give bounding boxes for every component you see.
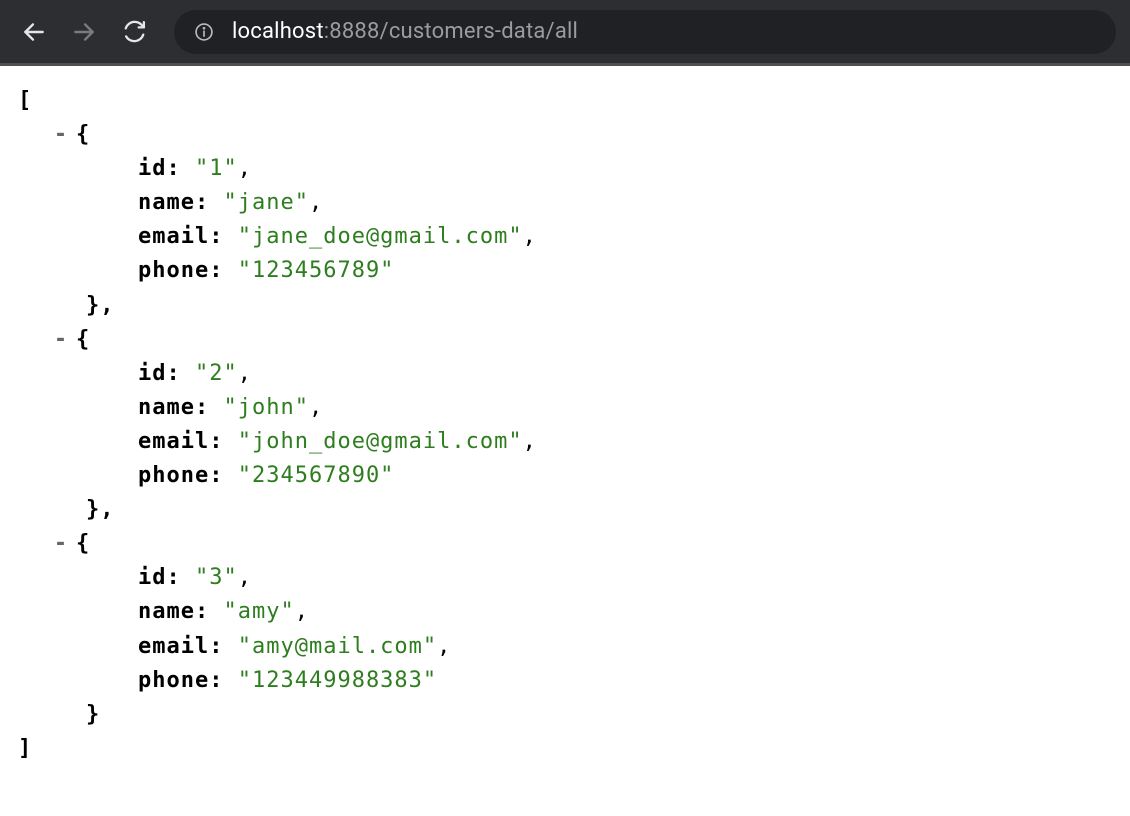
json-value: "jane" xyxy=(223,190,308,215)
json-value: "amy" xyxy=(223,599,294,624)
json-key: id: xyxy=(138,565,181,590)
arrow-right-icon xyxy=(71,19,97,45)
collapse-toggle[interactable]: - xyxy=(52,527,70,561)
arrow-left-icon xyxy=(21,19,47,45)
json-key: email: xyxy=(138,429,223,454)
json-viewer: [ -{ id: "1", name: "jane", email: "jane… xyxy=(0,66,1130,806)
json-key: phone: xyxy=(138,668,223,693)
json-value: "234567890" xyxy=(238,463,395,488)
json-value: "123449988383" xyxy=(238,668,437,693)
reload-icon xyxy=(122,19,147,44)
json-key: name: xyxy=(138,190,209,215)
json-key: id: xyxy=(138,361,181,386)
json-value: "jane_doe@gmail.com" xyxy=(238,224,523,249)
json-key: id: xyxy=(138,156,181,181)
json-key: email: xyxy=(138,224,223,249)
collapse-toggle[interactable]: - xyxy=(52,323,70,357)
json-value: "1" xyxy=(195,156,238,181)
object-close: } xyxy=(86,702,100,727)
url-display: localhost:8888/customers-data/all xyxy=(232,19,578,44)
json-value: "123456789" xyxy=(238,258,395,283)
object-close: }, xyxy=(86,293,115,318)
json-value: "amy@mail.com" xyxy=(238,634,437,659)
array-open: [ xyxy=(18,88,32,113)
json-value: "john" xyxy=(223,395,308,420)
json-key: name: xyxy=(138,599,209,624)
json-key: email: xyxy=(138,634,223,659)
browser-toolbar: localhost:8888/customers-data/all xyxy=(0,0,1130,66)
json-key: phone: xyxy=(138,463,223,488)
url-port: :8888 xyxy=(324,19,380,44)
json-key: name: xyxy=(138,395,209,420)
url-path: /customers-data/all xyxy=(380,19,579,44)
json-key: phone: xyxy=(138,258,223,283)
object-close: }, xyxy=(86,497,115,522)
collapse-toggle[interactable]: - xyxy=(52,118,70,152)
json-value: "3" xyxy=(195,565,238,590)
address-bar[interactable]: localhost:8888/customers-data/all xyxy=(174,10,1116,54)
array-close: ] xyxy=(18,736,32,761)
json-value: "2" xyxy=(195,361,238,386)
json-value: "john_doe@gmail.com" xyxy=(238,429,523,454)
back-button[interactable] xyxy=(14,12,54,52)
forward-button[interactable] xyxy=(64,12,104,52)
object-open: { xyxy=(76,531,90,556)
url-host: localhost xyxy=(232,19,324,44)
object-open: { xyxy=(76,327,90,352)
site-info-icon[interactable] xyxy=(194,22,214,42)
reload-button[interactable] xyxy=(114,12,154,52)
object-open: { xyxy=(76,122,90,147)
